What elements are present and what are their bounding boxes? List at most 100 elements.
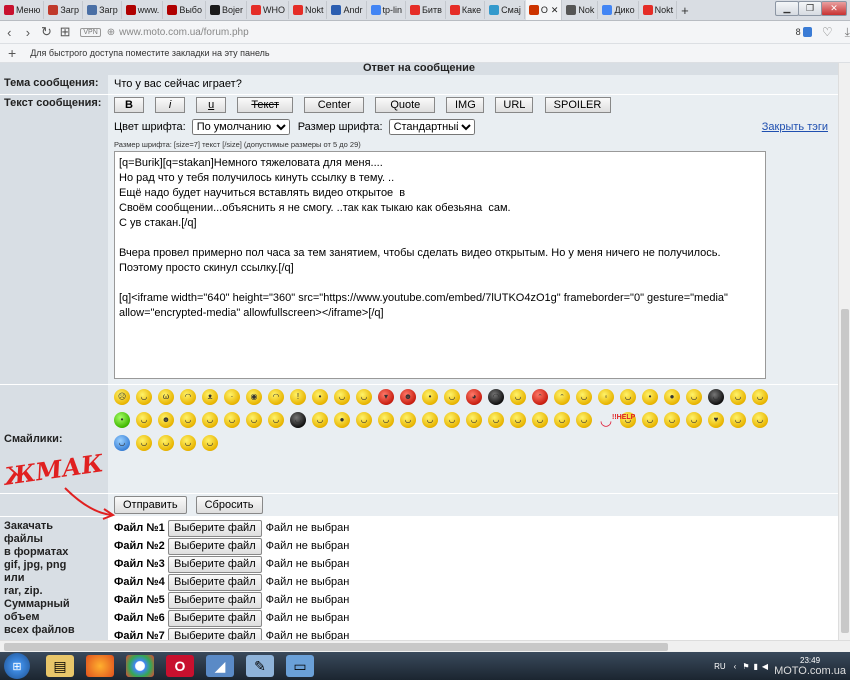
smiley-icon[interactable]: ◡ bbox=[356, 389, 372, 405]
underline-button[interactable]: u bbox=[196, 97, 227, 113]
smiley-icon[interactable]: ◡ bbox=[444, 389, 460, 405]
smiley-icon[interactable]: ◡ bbox=[290, 412, 306, 428]
smiley-icon[interactable]: ◡ bbox=[378, 412, 394, 428]
smiley-icon[interactable]: ◠ bbox=[268, 389, 284, 405]
smiley-icon[interactable]: • bbox=[422, 389, 438, 405]
back-icon[interactable]: ‹ bbox=[0, 25, 19, 40]
new-tab-icon[interactable]: + bbox=[681, 3, 689, 18]
browser-tab[interactable]: Выбо bbox=[164, 1, 206, 19]
browser-tab[interactable]: Меню bbox=[1, 1, 45, 19]
smiley-icon[interactable]: ᵔ bbox=[554, 389, 570, 405]
reload-icon[interactable]: ↻ bbox=[37, 24, 56, 40]
close-tab-icon[interactable]: ✕ bbox=[551, 5, 559, 16]
browser-tab[interactable]: Загр bbox=[84, 1, 122, 19]
explorer-icon[interactable]: ▤ bbox=[46, 655, 74, 677]
smiley-icon[interactable]: ◡ bbox=[114, 435, 130, 451]
browser-tab[interactable]: Каке bbox=[447, 1, 486, 19]
smiley-icon[interactable]: ◡ bbox=[686, 389, 702, 405]
smiley-icon[interactable]: ☻ bbox=[400, 389, 416, 405]
browser-tab[interactable]: Битв bbox=[407, 1, 446, 19]
smiley-icon[interactable]: ◡ bbox=[488, 412, 504, 428]
smiley-icon[interactable]: ◡ bbox=[554, 412, 570, 428]
speed-dial-icon[interactable]: ⊞ bbox=[56, 24, 75, 40]
smiley-icon[interactable]: ▾ bbox=[378, 389, 394, 405]
smiley-icon[interactable]: ◠ bbox=[488, 389, 504, 405]
opera-icon[interactable]: O bbox=[166, 655, 194, 677]
smiley-icon[interactable]: ◡ bbox=[246, 412, 262, 428]
browser-tab[interactable]: Смај bbox=[486, 1, 525, 19]
choose-file-button[interactable]: Выберите файл bbox=[168, 609, 262, 627]
browser-tab[interactable]: WHO bbox=[248, 1, 289, 19]
smiley-icon[interactable]: ◡ bbox=[510, 389, 526, 405]
browser-tab[interactable]: Nokt bbox=[640, 1, 678, 19]
smiley-icon[interactable]: ◡ bbox=[466, 412, 482, 428]
adblock-shield-icon[interactable] bbox=[802, 27, 812, 37]
close-window-button[interactable]: ✕ bbox=[821, 1, 847, 16]
smiley-icon[interactable]: ◡ bbox=[136, 412, 152, 428]
url-field[interactable]: VPN ⊕ www.moto.com.ua/forum.php bbox=[80, 24, 675, 40]
strike-button[interactable]: Текст bbox=[237, 97, 294, 113]
scrollbar-thumb[interactable] bbox=[841, 309, 849, 633]
browser-tab[interactable]: www. bbox=[123, 1, 164, 19]
scrollbar-thumb[interactable] bbox=[4, 643, 668, 651]
smiley-icon[interactable]: ◡ bbox=[180, 412, 196, 428]
start-button[interactable]: ⊞ bbox=[4, 653, 30, 679]
language-indicator[interactable]: RU bbox=[714, 662, 726, 671]
smiley-icon[interactable]: ☹ bbox=[114, 389, 130, 405]
flag-icon[interactable]: ⚑ bbox=[742, 662, 749, 671]
smiley-icon[interactable]: ◉ bbox=[246, 389, 262, 405]
smiley-icon[interactable]: ᴥ bbox=[202, 389, 218, 405]
smiley-icon[interactable]: ☻ bbox=[158, 412, 174, 428]
smiley-icon[interactable]: ◡ bbox=[334, 389, 350, 405]
smiley-icon[interactable]: ◡ bbox=[202, 435, 218, 451]
browser-tab[interactable]: Bojer bbox=[207, 1, 247, 19]
download-icon[interactable]: ⤓ bbox=[845, 25, 850, 40]
minimize-button[interactable]: ▁ bbox=[775, 1, 799, 16]
vpn-badge[interactable]: VPN bbox=[80, 27, 101, 37]
quote-button[interactable]: Quote bbox=[375, 97, 436, 113]
smiley-icon[interactable]: ◡ bbox=[730, 412, 746, 428]
browser-tab[interactable]: О ✕ bbox=[525, 0, 563, 20]
heart-bookmark-icon[interactable]: ♡ bbox=[822, 25, 833, 39]
smiley-icon[interactable]: • bbox=[642, 389, 658, 405]
browser-tab[interactable]: Andr bbox=[328, 1, 367, 19]
smiley-icon[interactable]: ● bbox=[664, 389, 680, 405]
smiley-icon[interactable]: ◡ bbox=[400, 412, 416, 428]
smiley-icon[interactable]: ω bbox=[158, 389, 174, 405]
smiley-icon[interactable]: ◡ bbox=[224, 412, 240, 428]
smiley-icon[interactable]: ◡ bbox=[444, 412, 460, 428]
smiley-icon[interactable]: ◡ bbox=[136, 435, 152, 451]
app-icon[interactable]: ◢ bbox=[206, 655, 234, 677]
browser-tab[interactable]: Дико bbox=[599, 1, 639, 19]
smiley-icon[interactable]: ◡ bbox=[708, 389, 724, 405]
smiley-icon[interactable]: ◡ bbox=[620, 389, 636, 405]
chrome-icon[interactable] bbox=[126, 655, 154, 677]
browser-tab[interactable]: Загр bbox=[45, 1, 84, 19]
volume-icon[interactable]: ◀ bbox=[762, 662, 768, 671]
spoiler-button[interactable]: SPOILER bbox=[544, 97, 611, 113]
img-button[interactable]: IMG bbox=[446, 97, 485, 113]
browser-tab[interactable]: Nok bbox=[563, 1, 599, 19]
tray-arrow-icon[interactable]: ‹ bbox=[734, 662, 737, 671]
font-size-select[interactable]: Стандартный bbox=[388, 119, 475, 135]
smiley-icon[interactable]: ◡ bbox=[136, 389, 152, 405]
choose-file-button[interactable]: Выберите файл bbox=[168, 537, 262, 555]
smiley-icon[interactable]: • bbox=[114, 412, 130, 428]
browser-tab[interactable]: tp-lin bbox=[368, 1, 407, 19]
smiley-icon[interactable]: ◡ bbox=[268, 412, 284, 428]
url-button[interactable]: URL bbox=[495, 97, 534, 113]
center-button[interactable]: Center bbox=[304, 97, 365, 113]
smiley-icon[interactable]: ◡ bbox=[180, 435, 196, 451]
smiley-icon[interactable]: ◦ bbox=[598, 389, 614, 405]
smiley-icon[interactable]: ◕ bbox=[466, 389, 482, 405]
smiley-icon[interactable]: ◡ bbox=[576, 389, 592, 405]
paint-icon[interactable]: ✎ bbox=[246, 655, 274, 677]
reset-button[interactable]: Сбросить bbox=[195, 496, 263, 514]
font-color-select[interactable]: По умолчанию bbox=[191, 119, 290, 135]
smiley-icon[interactable]: ◡ bbox=[642, 412, 658, 428]
smiley-icon[interactable]: ♥ bbox=[708, 412, 724, 428]
smiley-icon[interactable]: ᵔ bbox=[532, 389, 548, 405]
smiley-icon[interactable]: ◡ bbox=[312, 412, 328, 428]
smiley-icon[interactable]: ◡ bbox=[730, 389, 746, 405]
network-icon[interactable]: ▮ bbox=[754, 662, 758, 671]
